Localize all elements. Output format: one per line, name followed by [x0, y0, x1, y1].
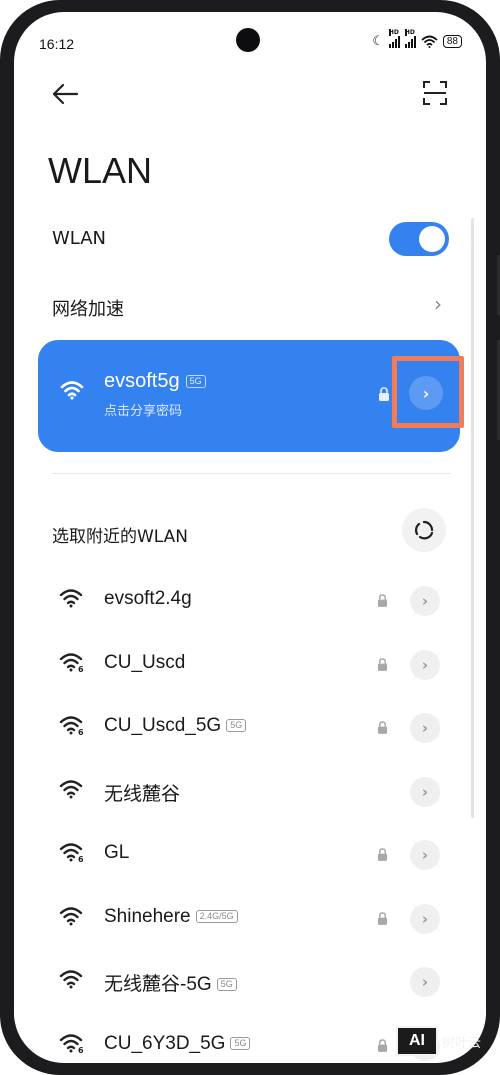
lock-icon: [377, 911, 388, 925]
network-name: 无线麓谷: [104, 779, 180, 806]
network-name: CU_6Y3D_5G 5G: [104, 1032, 251, 1055]
network-details-button[interactable]: ›: [410, 713, 440, 743]
network-ssid: GL: [104, 842, 130, 863]
battery-icon: 88: [442, 35, 462, 48]
lock-icon: [377, 657, 388, 671]
network-details-button[interactable]: ›: [410, 586, 440, 616]
chevron-right-icon: ›: [421, 592, 429, 610]
status-icons: ☾ HD HD 88: [372, 28, 462, 49]
wifi-icon: [59, 779, 83, 798]
network-details-button[interactable]: ›: [410, 840, 440, 870]
connected-network-ssid: evsoft5g: [104, 370, 180, 392]
network-details-button[interactable]: ›: [410, 967, 440, 997]
network-name: 无线麓谷-5G 5G: [104, 969, 237, 996]
divider: [52, 473, 450, 474]
svg-text:6: 6: [78, 1046, 83, 1053]
nearby-networks-title: 选取附近的WLAN: [52, 527, 189, 547]
band-badge: 5G: [230, 1036, 251, 1050]
wifi-icon: [59, 906, 83, 925]
network-name: GL: [104, 842, 129, 864]
page-title: WLAN: [48, 150, 153, 191]
wlan-toggle-switch[interactable]: [389, 222, 449, 256]
status-bar: 16:12 ☾ HD HD 88: [14, 12, 486, 62]
signal-icon-sim1: HD: [388, 28, 400, 48]
watermark-text: 树叶云: [442, 1035, 482, 1051]
network-name: CU_Uscd_5G 5G: [104, 715, 247, 737]
wifi-icon: [60, 381, 84, 400]
watermark: AI 树叶云: [396, 1026, 481, 1056]
svg-text:6: 6: [78, 728, 83, 735]
network-row[interactable]: evsoft2.4g ›: [14, 570, 486, 632]
network-name: Shinehere 2.4G/5G: [104, 906, 238, 928]
network-ssid: CU_Uscd_5G: [104, 715, 222, 736]
lock-icon: [377, 721, 388, 734]
network-row[interactable]: 6 GL ›: [14, 824, 486, 886]
band-badge: 5G: [185, 375, 206, 388]
chevron-right-icon: ›: [421, 782, 429, 801]
band-badge: 5G: [216, 978, 237, 991]
phone-frame: 16:12 ☾ HD HD 88 WLAN WLAN 网络加速 › evsoft…: [0, 0, 500, 1075]
wifi-6-icon: 6: [59, 843, 83, 862]
network-acceleration-label: 网络加速: [52, 299, 124, 320]
refresh-button[interactable]: [402, 508, 446, 552]
lock-icon: [379, 387, 389, 401]
signal-icon-sim2: HD: [404, 28, 416, 48]
network-details-button[interactable]: ›: [410, 776, 440, 807]
wifi-icon: [59, 589, 83, 608]
highlight-box: [392, 356, 464, 428]
network-ssid: evsoft2.4g: [104, 588, 192, 609]
network-ssid: 无线麓谷: [104, 783, 181, 805]
wifi-6-icon: 6: [59, 1033, 83, 1053]
wlan-toggle-label: WLAN: [52, 228, 107, 249]
scrollbar[interactable]: [471, 218, 474, 818]
wifi-6-icon: 6: [59, 716, 83, 735]
chevron-right-icon: ›: [421, 909, 429, 928]
hd-label: HD: [388, 28, 399, 36]
toggle-knob: [419, 226, 445, 252]
scan-qr-button[interactable]: [422, 80, 452, 110]
network-name: CU_Uscd: [104, 652, 185, 674]
scan-icon: [423, 81, 447, 105]
chevron-right-icon: ›: [421, 719, 429, 737]
band-badge: 5G: [226, 719, 247, 732]
network-details-button[interactable]: ›: [410, 903, 440, 934]
chevron-right-icon: ›: [421, 846, 429, 864]
network-name: evsoft2.4g: [104, 588, 192, 610]
wifi-6-icon: 6: [59, 652, 83, 672]
network-ssid: 无线麓谷-5G: [104, 974, 212, 995]
svg-text:6: 6: [78, 665, 83, 672]
network-row[interactable]: 6 CU_Uscd_5G 5G ›: [14, 697, 486, 759]
arrow-left-icon: [52, 83, 79, 105]
network-row[interactable]: Shinehere 2.4G/5G ›: [14, 888, 486, 950]
chevron-right-icon: ›: [421, 973, 429, 991]
wifi-status-icon: [421, 35, 438, 48]
band-badge: 2.4G/5G: [195, 909, 238, 923]
svg-text:6: 6: [78, 855, 83, 862]
network-row[interactable]: 6 CU_Uscd ›: [14, 634, 486, 696]
network-acceleration-row[interactable]: 网络加速 ›: [14, 282, 486, 332]
network-ssid: Shinehere: [104, 905, 191, 927]
network-row[interactable]: 无线麓谷 ›: [14, 761, 486, 823]
connected-network-name: evsoft5g 5G: [104, 370, 206, 393]
chevron-right-icon: ›: [434, 292, 442, 316]
watermark-logo: AI: [396, 1026, 438, 1056]
network-ssid: CU_Uscd: [104, 651, 186, 673]
do-not-disturb-icon: ☾: [372, 34, 384, 49]
lock-icon: [377, 848, 388, 861]
wlan-settings-screen: 16:12 ☾ HD HD 88 WLAN WLAN 网络加速 › evsoft…: [14, 12, 486, 1063]
chevron-right-icon: ›: [421, 655, 429, 674]
front-camera: [236, 28, 260, 52]
share-password-hint: 点击分享密码: [104, 404, 183, 419]
network-details-button[interactable]: ›: [410, 649, 440, 680]
status-time: 16:12: [39, 36, 75, 52]
lock-icon: [377, 1038, 388, 1052]
refresh-icon: [414, 520, 434, 540]
hd-label: HD: [404, 28, 415, 36]
network-row[interactable]: 无线麓谷-5G 5G ›: [14, 951, 486, 1013]
network-ssid: CU_6Y3D_5G: [104, 1032, 226, 1054]
wifi-icon: [59, 970, 83, 989]
lock-icon: [377, 594, 388, 607]
back-button[interactable]: [48, 80, 82, 108]
